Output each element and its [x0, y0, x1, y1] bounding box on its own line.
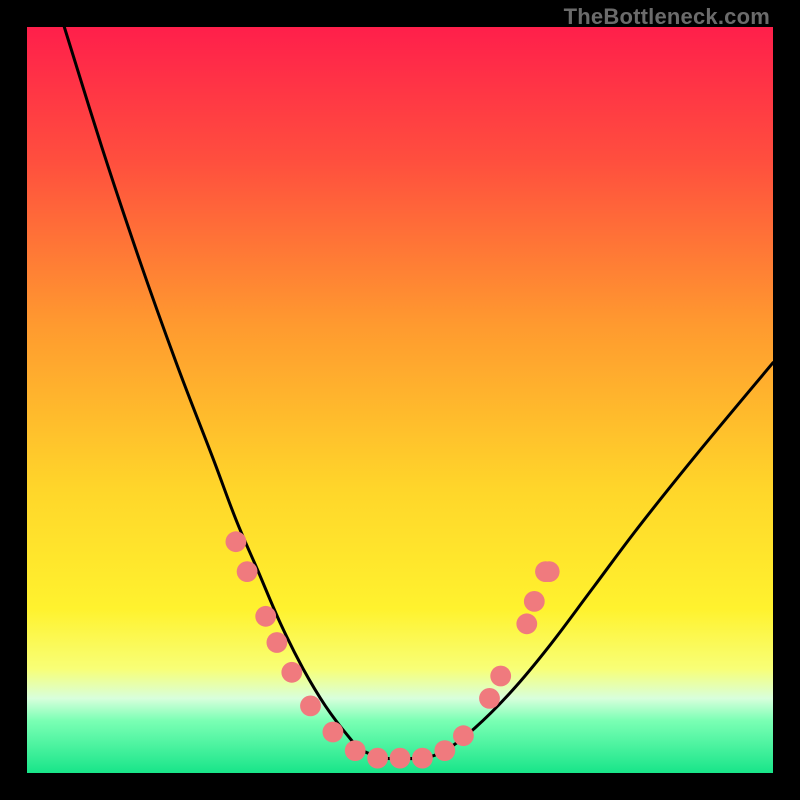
highlight-dot [524, 591, 545, 612]
highlight-dot [434, 740, 455, 761]
highlight-dot [390, 748, 411, 769]
outer-frame: TheBottleneck.com [0, 0, 800, 800]
highlight-dot [267, 632, 288, 653]
highlight-dot [345, 740, 366, 761]
highlight-dot [300, 696, 321, 717]
highlight-dot [453, 725, 474, 746]
highlight-dot [237, 561, 258, 582]
highlight-dot [226, 531, 247, 552]
highlight-dot [479, 688, 500, 709]
highlight-dots [226, 531, 560, 768]
highlight-dot [281, 662, 302, 683]
highlight-dot [490, 666, 511, 687]
highlight-dot [412, 748, 433, 769]
highlight-dot [516, 613, 537, 634]
highlight-dot [323, 722, 344, 743]
watermark-text: TheBottleneck.com [564, 4, 770, 30]
bottleneck-curve [64, 27, 773, 759]
highlight-dot [367, 748, 388, 769]
highlight-dot [255, 606, 276, 627]
chart-svg [27, 27, 773, 773]
highlight-dot [539, 561, 560, 582]
